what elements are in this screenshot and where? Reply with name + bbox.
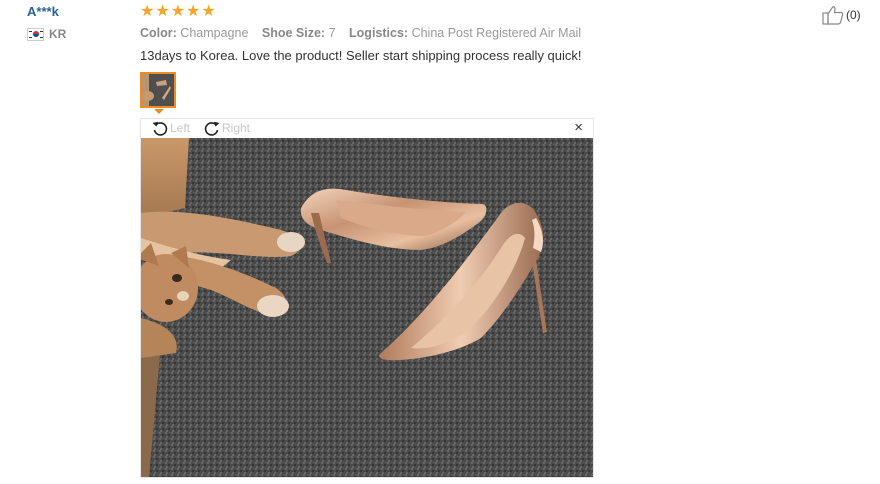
review-text: 13days to Korea. Love the product! Selle…	[140, 48, 582, 63]
rotate-left-label: Left	[170, 121, 191, 135]
korea-flag-icon	[27, 27, 44, 41]
rotate-right-button[interactable]: Right	[203, 119, 250, 137]
thumbnail-image	[142, 74, 174, 106]
thumbs-up-icon	[822, 6, 844, 25]
rotate-left-icon	[152, 121, 168, 136]
rotate-right-icon	[204, 121, 220, 136]
product-attributes: Color: Champagne Shoe Size: 7 Logistics:…	[140, 26, 591, 40]
star-icon: ★	[201, 3, 216, 20]
attribute-value: China Post Registered Air Mail	[411, 26, 582, 40]
attribute-label: Shoe Size:	[261, 26, 326, 40]
country-code: KR	[49, 27, 67, 41]
star-icon: ★	[155, 3, 170, 20]
attribute-shoe-size: Shoe Size: 7	[262, 26, 339, 40]
star-icon: ★	[170, 3, 186, 20]
helpful-count: (0)	[846, 8, 861, 22]
rotate-right-label: Right	[222, 121, 251, 135]
thumbnail-pointer	[154, 109, 164, 114]
attribute-color: Color: Champagne	[140, 26, 252, 40]
review-photo	[141, 138, 593, 477]
helpful-button[interactable]: (0)	[822, 5, 861, 25]
attribute-label: Color:	[140, 26, 177, 40]
review-photo-image	[141, 138, 593, 477]
star-icon: ★	[186, 3, 201, 20]
close-viewer-button[interactable]: ×	[574, 120, 583, 136]
reviewer-country: KR	[27, 27, 66, 41]
review-item: A***k KR ★ ★ ★ ★ ★ Color: Champagne Shoe…	[0, 0, 880, 484]
star-icon: ★	[140, 3, 155, 20]
attribute-value: Champagne	[180, 26, 249, 40]
viewer-toolbar: Left Right ×	[141, 119, 593, 137]
attribute-value: 7	[328, 26, 336, 40]
image-viewer: Left Right ×	[140, 118, 594, 478]
rotate-left-button[interactable]: Left	[151, 119, 190, 137]
photo-thumbnail[interactable]	[140, 72, 176, 108]
attribute-label: Logistics:	[349, 26, 409, 40]
attribute-logistics: Logistics: China Post Registered Air Mai…	[349, 26, 581, 40]
star-rating: ★ ★ ★ ★ ★	[140, 4, 216, 20]
reviewer-name[interactable]: A***k	[27, 4, 59, 19]
